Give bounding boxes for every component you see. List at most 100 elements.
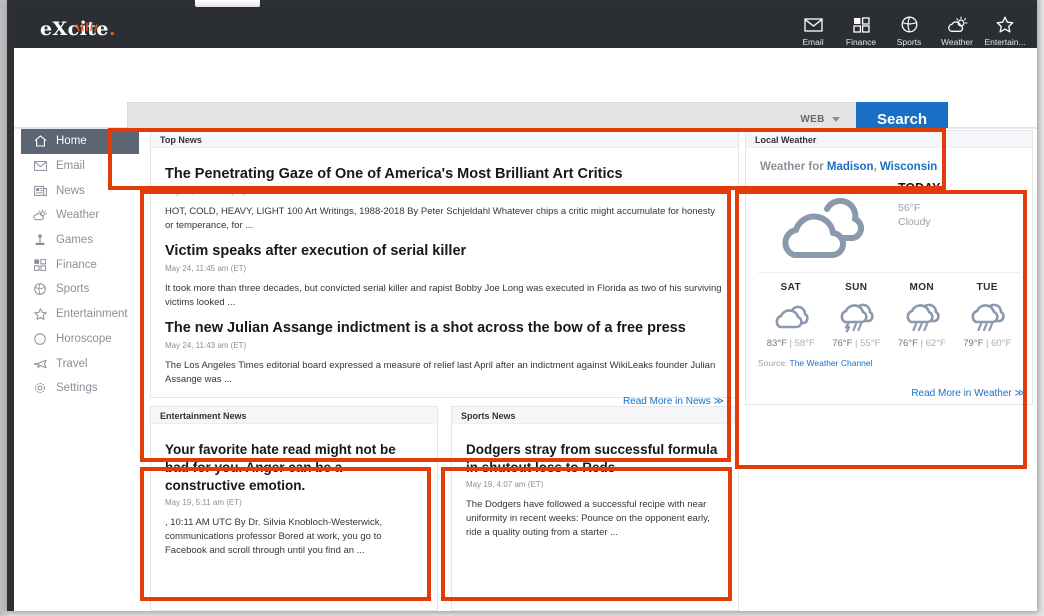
forecast-day-tue[interactable]: TUE 79°F | 60°F <box>955 282 1021 349</box>
local-weather-body: Weather for Madison, Wisconsin TODAY <box>746 148 1032 374</box>
story-title[interactable]: The new Julian Assange indictment is a s… <box>165 319 724 338</box>
sun-cloud-icon <box>33 208 47 222</box>
weather-source-prefix: Source: <box>758 358 790 368</box>
local-weather-header: Local Weather <box>746 131 1032 148</box>
story-title[interactable]: Victim speaks after execution of serial … <box>165 242 724 261</box>
forecast-day-sat[interactable]: SAT 83°F | 58°F <box>758 282 824 349</box>
star-icon <box>981 15 1029 35</box>
header-nav-sports-label: Sports <box>885 37 933 47</box>
forecast-day-mon[interactable]: MON 76°F | 62°F <box>889 282 955 349</box>
star-icon <box>33 307 47 321</box>
story-description: The Dodgers have followed a successful r… <box>466 498 724 541</box>
weather-today-temp: 56°F <box>898 201 931 215</box>
weather-forecast-row: SAT 83°F | 58°F SUN <box>758 272 1020 349</box>
airplane-icon <box>33 357 47 371</box>
forecast-low: 55°F <box>860 338 880 349</box>
header-nav-finance[interactable]: Finance <box>837 13 885 47</box>
forecast-temps: 83°F | 58°F <box>758 338 824 349</box>
entertainment-news-header: Entertainment News <box>151 407 437 424</box>
search-scope-label: WEB <box>800 114 824 125</box>
logo-rays-icon <box>76 22 98 32</box>
sidebar-item-games[interactable]: Games <box>21 228 139 253</box>
sidebar-item-sports[interactable]: Sports <box>21 277 139 302</box>
sidebar-item-entertainment[interactable]: Entertainment <box>21 302 139 327</box>
forecast-day-label: MON <box>889 282 955 293</box>
sidebar-item-weather[interactable]: Weather <box>21 203 139 228</box>
story-title[interactable]: Your favorite hate read might not be bad… <box>165 441 423 495</box>
forecast-day-label: TUE <box>955 282 1021 293</box>
sidebar-item-news[interactable]: News <box>21 178 139 203</box>
news-story: Victim speaks after execution of serial … <box>165 242 724 310</box>
excite-logo[interactable]: eXcite. <box>40 18 116 40</box>
sidebar: Home Email News Weather <box>21 129 139 401</box>
forecast-high: 83°F <box>767 338 787 349</box>
forecast-high: 79°F <box>963 338 983 349</box>
rain-icon <box>889 298 955 338</box>
header-nav-email-label: Email <box>789 37 837 47</box>
top-news-panel: Top News The Penetrating Gaze of One of … <box>150 130 739 398</box>
header-nav: Email Finance Sports <box>789 13 1029 47</box>
sun-cloud-icon <box>933 15 981 35</box>
weather-source-link[interactable]: The Weather Channel <box>790 358 873 368</box>
story-description: The Los Angeles Times editorial board ex… <box>165 359 724 388</box>
screenshot-root: eXcite. Email Finance <box>0 0 1044 616</box>
sidebar-item-games-label: Games <box>56 234 93 246</box>
weather-state-link[interactable]: Wisconsin <box>880 161 937 173</box>
weather-today-label: TODAY <box>898 181 940 195</box>
forecast-day-sun[interactable]: SUN 76°F | 55°F <box>824 282 890 349</box>
grid-squares-icon <box>33 258 47 272</box>
sidebar-item-weather-label: Weather <box>56 209 99 221</box>
story-date: May 19, 5:11 am (ET) <box>165 498 423 507</box>
weather-today-condition: Cloudy <box>898 215 931 229</box>
sidebar-item-settings-label: Settings <box>56 382 98 394</box>
header-nav-entertainment-label: Entertain... <box>981 37 1029 47</box>
sidebar-item-sports-label: Sports <box>56 283 89 295</box>
joystick-icon <box>33 233 47 247</box>
story-date: May 19, 4:07 am (ET) <box>466 480 724 489</box>
sidebar-item-settings[interactable]: Settings <box>21 376 139 401</box>
sidebar-item-email-label: Email <box>56 160 85 172</box>
rain-icon <box>955 298 1021 338</box>
page-body: Home Email News Weather <box>14 128 1037 611</box>
story-title[interactable]: The Penetrating Gaze of One of America's… <box>165 165 724 184</box>
story-title[interactable]: Dodgers stray from successful formula in… <box>466 441 724 477</box>
header-nav-sports[interactable]: Sports <box>885 13 933 47</box>
header-nav-email[interactable]: Email <box>789 13 837 47</box>
sidebar-item-finance[interactable]: Finance <box>21 252 139 277</box>
sports-news-header: Sports News <box>452 407 738 424</box>
weather-for-prefix: Weather for <box>760 161 827 173</box>
sidebar-item-home[interactable]: Home <box>21 129 139 154</box>
forecast-low: 58°F <box>795 338 815 349</box>
sidebar-item-horoscope-label: Horoscope <box>56 333 112 345</box>
home-icon <box>33 134 47 148</box>
entertainment-news-body: Your favorite hate read might not be bad… <box>151 424 437 565</box>
top-news-body: The Penetrating Gaze of One of America's… <box>151 148 738 413</box>
sidebar-item-email[interactable]: Email <box>21 154 139 179</box>
basketball-icon <box>885 15 933 35</box>
forecast-temps: 76°F | 62°F <box>889 338 955 349</box>
weather-city-link[interactable]: Madison <box>827 161 874 173</box>
sidebar-item-travel[interactable]: Travel <box>21 351 139 376</box>
header-nav-weather[interactable]: Weather <box>933 13 981 47</box>
gear-icon <box>33 381 47 395</box>
moon-icon <box>33 332 47 346</box>
top-news-header: Top News <box>151 131 738 148</box>
sidebar-item-home-label: Home <box>56 135 87 147</box>
forecast-high: 76°F <box>832 338 852 349</box>
grid-squares-icon <box>837 15 885 35</box>
sidebar-item-news-label: News <box>56 185 85 197</box>
read-more-weather-link[interactable]: Read More in Weather ≫ <box>911 388 1025 399</box>
browser-tab[interactable] <box>195 0 260 7</box>
entertainment-news-panel: Entertainment News Your favorite hate re… <box>150 406 438 611</box>
site-header: eXcite. Email Finance <box>14 7 1037 48</box>
basketball-icon <box>33 282 47 296</box>
header-nav-entertainment[interactable]: Entertain... <box>981 13 1029 47</box>
weather-source: Source: The Weather Channel <box>758 358 1020 368</box>
story-date: May 24, 11:43 am (ET) <box>165 341 724 350</box>
story-date: May 24, 11:48 am (ET) <box>165 187 724 196</box>
sidebar-item-horoscope[interactable]: Horoscope <box>21 327 139 352</box>
sidebar-item-travel-label: Travel <box>56 358 88 370</box>
weather-location-line: Weather for Madison, Wisconsin <box>760 161 1020 173</box>
forecast-day-label: SUN <box>824 282 890 293</box>
chevron-down-icon <box>832 117 840 122</box>
